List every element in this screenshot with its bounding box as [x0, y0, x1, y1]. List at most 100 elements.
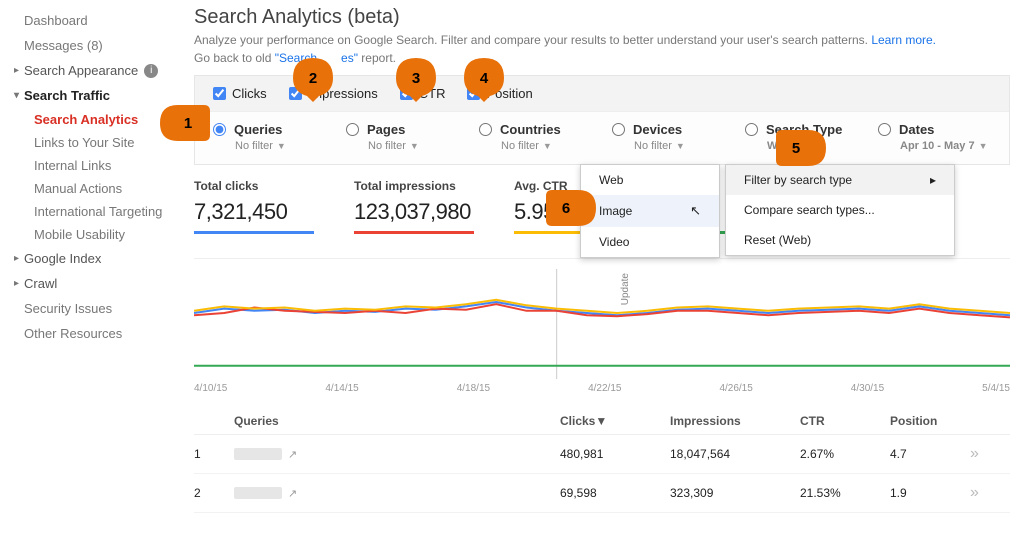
metric-position-checkbox[interactable] [467, 87, 480, 100]
cell-ctr: 21.53% [800, 486, 890, 500]
sidebar-label: Search Appearance [24, 63, 138, 78]
sidebar-label: Messages (8) [24, 38, 103, 53]
metric-impressions[interactable]: Impressions [289, 86, 378, 101]
cell-position: 4.7 [890, 447, 970, 461]
cell-clicks: 69,598 [560, 486, 670, 500]
sidebar-item-mobile-usability[interactable]: Mobile Usability [10, 223, 174, 246]
dimension-devices[interactable]: Devices No filter▼ [612, 122, 725, 152]
metric-clicks-checkbox[interactable] [213, 87, 226, 100]
stat-total-impressions: Total impressions 123,037,980 [354, 179, 504, 234]
page-title: Search Analytics (beta) [194, 6, 1010, 29]
external-link-icon[interactable]: ↗ [288, 448, 297, 461]
dim-searchtype-filter[interactable]: Web▼ [745, 140, 858, 152]
dd-item-image[interactable]: Image↖ [581, 195, 719, 227]
table-row[interactable]: 1 ↗ 480,981 18,047,564 2.67% 4.7 » [194, 435, 1010, 474]
sidebar-item-messages[interactable]: Messages (8) [10, 33, 174, 58]
dropdown-device-submenu: Web Image↖ Video [580, 164, 720, 258]
chart-tick: 4/26/15 [719, 383, 752, 394]
dd-item-web[interactable]: Web [581, 165, 719, 195]
dim-pages-filter[interactable]: No filter▼ [346, 140, 459, 152]
metrics-row: Clicks Impressions CTR Position [195, 76, 1009, 112]
dimension-queries[interactable]: Queries No filter▼ [213, 122, 326, 152]
sidebar-item-dashboard[interactable]: Dashboard [10, 8, 174, 33]
external-link-icon[interactable]: ↗ [288, 487, 297, 500]
dimension-countries[interactable]: Countries No filter▼ [479, 122, 592, 152]
cell-impressions: 18,047,564 [670, 447, 800, 461]
sidebar-item-manual-actions[interactable]: Manual Actions [10, 177, 174, 200]
chevron-down-icon: ▼ [410, 141, 419, 151]
page-subtitle: Analyze your performance on Google Searc… [194, 33, 1010, 47]
stat-value: 7,321,450 [194, 199, 336, 225]
metric-ctr[interactable]: CTR [400, 86, 446, 101]
dim-searchtype-radio[interactable] [745, 123, 758, 136]
dd-item-reset[interactable]: Reset (Web) [726, 225, 954, 255]
dim-devices-filter[interactable]: No filter▼ [612, 140, 725, 152]
sidebar-label: Google Index [24, 251, 101, 266]
sidebar-item-search-analytics[interactable]: Search Analytics [10, 108, 174, 131]
sidebar-item-links-to-site[interactable]: Links to Your Site [10, 131, 174, 154]
svg-text:1: 1 [184, 115, 192, 132]
dd-item-filter-by-type[interactable]: Filter by search type▸ [726, 165, 954, 195]
chart-tick: 4/10/15 [194, 383, 227, 394]
th-queries[interactable]: Queries [234, 414, 560, 428]
sidebar-label: Other Resources [24, 326, 122, 341]
sidebar-item-other-resources[interactable]: Other Resources [10, 321, 174, 346]
sidebar-item-intl-targeting[interactable]: International Targeting [10, 200, 174, 223]
th-clicks[interactable]: Clicks▼ [560, 414, 670, 428]
cell-ctr: 2.67% [800, 447, 890, 461]
chevron-down-icon: ▼ [543, 141, 552, 151]
sidebar-group-search-traffic[interactable]: ▾Search Traffic [10, 83, 174, 108]
sidebar-label: Dashboard [24, 13, 88, 28]
table-row[interactable]: 2 ↗ 69,598 323,309 21.53% 1.9 » [194, 474, 1010, 513]
sidebar-item-security[interactable]: Security Issues [10, 296, 174, 321]
th-position[interactable]: Position [890, 414, 970, 428]
stat-label: Total impressions [354, 179, 496, 193]
dim-pages-radio[interactable] [346, 123, 359, 136]
sidebar-group-search-appearance[interactable]: ▸Search Appearancei [10, 58, 174, 83]
learn-more-link[interactable]: Learn more. [871, 33, 936, 47]
stat-bar [354, 231, 474, 234]
chevron-down-icon: ▼ [277, 141, 286, 151]
chart-x-axis: 4/10/154/14/154/18/154/22/154/26/154/30/… [194, 379, 1010, 394]
cursor-icon: ↖ [690, 203, 701, 219]
dim-devices-radio[interactable] [612, 123, 625, 136]
metric-ctr-checkbox[interactable] [400, 87, 413, 100]
dd-item-video[interactable]: Video [581, 227, 719, 257]
metric-clicks[interactable]: Clicks [213, 86, 267, 101]
chart-tick: 5/4/15 [982, 383, 1010, 394]
cell-position: 1.9 [890, 486, 970, 500]
stat-label: Total clicks [194, 179, 336, 193]
metric-impressions-checkbox[interactable] [289, 87, 302, 100]
chevron-down-icon: ▼ [979, 141, 988, 151]
stat-value: 123,037,980 [354, 199, 496, 225]
metric-position[interactable]: Position [467, 86, 532, 101]
row-expand-button[interactable]: » [970, 445, 1010, 463]
dim-countries-filter[interactable]: No filter▼ [479, 140, 592, 152]
dimension-dates[interactable]: Dates Apr 10 - May 7▼ [878, 122, 991, 152]
dim-dates-radio[interactable] [878, 123, 891, 136]
dim-queries-filter[interactable]: No filter▼ [213, 140, 326, 152]
th-impressions[interactable]: Impressions [670, 414, 800, 428]
dim-countries-radio[interactable] [479, 123, 492, 136]
query-text-redacted [234, 487, 282, 499]
table-header-row: Queries Clicks▼ Impressions CTR Position [194, 408, 1010, 435]
dimension-pages[interactable]: Pages No filter▼ [346, 122, 459, 152]
dd-item-compare[interactable]: Compare search types... [726, 195, 954, 225]
th-ctr[interactable]: CTR [800, 414, 890, 428]
cell-impressions: 323,309 [670, 486, 800, 500]
dim-queries-radio[interactable] [213, 123, 226, 136]
results-table: Queries Clicks▼ Impressions CTR Position… [194, 408, 1010, 513]
row-expand-button[interactable]: » [970, 484, 1010, 502]
dimension-search-type[interactable]: Search Type Web▼ [745, 122, 858, 152]
info-icon: i [144, 64, 158, 78]
old-report-link[interactable]: "Searchqueres" [275, 51, 358, 65]
sidebar-item-internal-links[interactable]: Internal Links [10, 154, 174, 177]
sidebar-label: Search Traffic [24, 88, 110, 103]
go-back-note: Go back to old "Searchqueres" report. [194, 51, 1010, 65]
dim-dates-filter[interactable]: Apr 10 - May 7▼ [878, 140, 991, 152]
chart-container: Update 4/10/154/14/154/18/154/22/154/26/… [194, 258, 1010, 394]
sidebar-group-crawl[interactable]: ▸Crawl [10, 271, 174, 296]
stat-bar [194, 231, 314, 234]
sidebar-group-google-index[interactable]: ▸Google Index [10, 246, 174, 271]
filters-panel: Clicks Impressions CTR Position Queries … [194, 75, 1010, 165]
